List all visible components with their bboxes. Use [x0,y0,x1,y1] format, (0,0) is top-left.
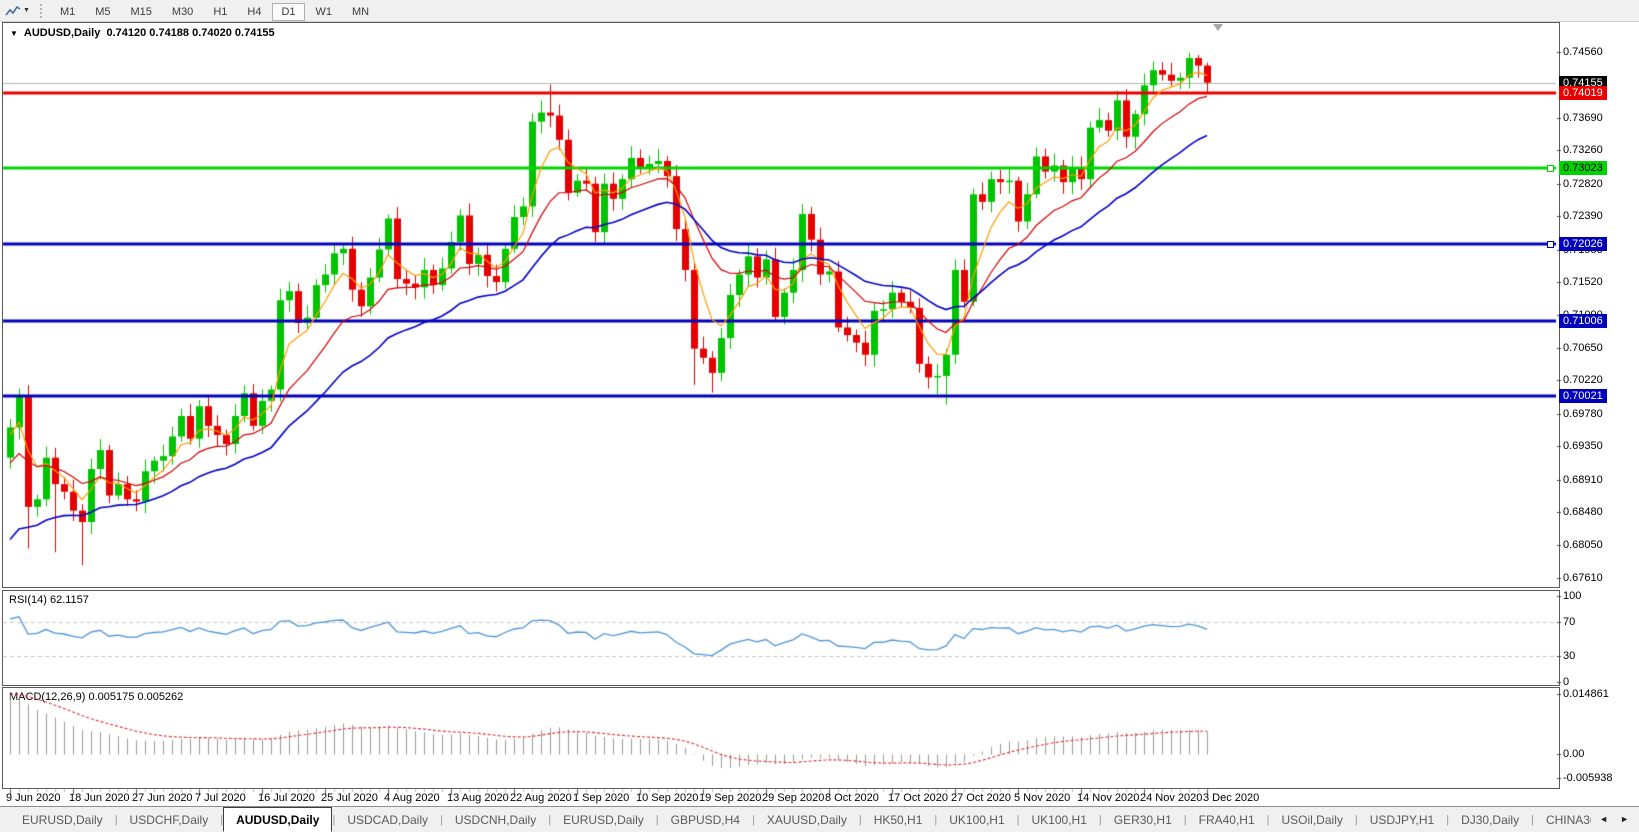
chart-tab-eurusd-daily[interactable]: EURUSD,Daily [551,809,656,831]
chart-tab-uk100-h1[interactable]: UK100,H1 [937,809,1016,831]
date-label: 3 Dec 2020 [1203,792,1260,804]
chart-tab-audusd-daily[interactable]: AUDUSD,Daily [223,807,333,832]
chart-tab-uk100-h1[interactable]: UK100,H1 [1020,809,1099,831]
chart-tab-hk50-h1[interactable]: HK50,H1 [862,809,935,831]
chart-canvas[interactable] [0,0,1639,832]
timeframe-buttons: M1 M5 M15 M30 H1 H4 D1 W1 MN [50,2,379,21]
chart-tab-dj30-daily[interactable]: DJ30,Daily [1449,809,1531,831]
hline-drag-handle[interactable] [1547,165,1554,173]
tab-scroll-right-icon[interactable]: ► [1614,812,1635,826]
hline-price-badge: 0.72026 [1559,236,1607,251]
chart-shift-marker[interactable] [1213,24,1223,31]
timeframe-button-M5[interactable]: M5 [86,3,119,21]
date-label: 13 Aug 2020 [447,792,509,804]
toolbar-grip[interactable] [39,3,42,18]
price-tick-label: 0.71520 [1563,276,1603,289]
rsi-tick-label: 0 [1563,676,1570,688]
date-label: 16 Jul 2020 [258,792,315,804]
rsi-tick-label: 70 [1563,615,1576,628]
price-tick-label: 0.69350 [1563,440,1603,453]
macd-tick-label: -0.005938 [1563,771,1613,784]
chart-tab-usdcnh-daily[interactable]: USDCNH,Daily [443,809,548,831]
price-tick-label: 0.68910 [1563,473,1603,486]
date-label: 10 Sep 2020 [636,792,699,804]
chart-tab-usdchf-daily[interactable]: USDCHF,Daily [118,809,221,831]
tab-scroll-left-icon[interactable]: ◄ [1593,812,1614,826]
date-label: 7 Jul 2020 [195,792,246,804]
chart-type-icon[interactable] [5,4,21,18]
macd-tick-label: 0.014861 [1563,688,1609,700]
date-label: 25 Jul 2020 [321,792,378,804]
macd-tick-label: 0.00 [1563,748,1585,760]
rsi-tick-label: 30 [1563,650,1576,663]
price-tick-label: 0.70220 [1563,374,1603,387]
timeframe-button-W1[interactable]: W1 [307,3,342,21]
price-tick-label: 0.70650 [1563,341,1603,354]
timeframe-toolbar: ▼ M1 M5 M15 M30 H1 H4 D1 W1 MN [0,0,1639,22]
hline-drag-handle[interactable] [1547,240,1554,248]
chart-tab-eurusd-daily[interactable]: EURUSD,Daily [10,809,115,831]
date-label: 27 Jun 2020 [132,792,193,804]
timeframe-button-H1[interactable]: H1 [204,3,236,21]
hline-price-badge: 0.73023 [1559,161,1607,176]
date-label: 5 Nov 2020 [1014,792,1071,804]
chart-tab-bar: EURUSD,Daily | USDCHF,Daily | AUDUSD,Daily | U… [0,806,1639,832]
price-tick-label: 0.68050 [1563,538,1603,551]
date-label: 14 Nov 2020 [1077,792,1140,804]
hline-price-badge: 0.74019 [1559,85,1607,100]
date-label: 8 Oct 2020 [825,792,879,804]
rsi-tick-label: 100 [1563,590,1582,602]
price-tick-label: 0.67610 [1563,572,1603,584]
price-tick-label: 0.68480 [1563,506,1603,519]
date-label: 4 Aug 2020 [384,792,440,804]
chart-tab-usdjpy-h1[interactable]: USDJPY,H1 [1358,809,1446,831]
timeframe-button-M30[interactable]: M30 [163,3,202,21]
timeframe-button-M1[interactable]: M1 [51,3,84,21]
chart-tab-usoil-daily[interactable]: USOil,Daily [1270,809,1355,831]
chart-tab-fra40-h1[interactable]: FRA40,H1 [1187,809,1267,831]
date-label: 19 Sep 2020 [699,792,762,804]
price-tick-label: 0.69780 [1563,407,1603,420]
price-tick-label: 0.74560 [1563,46,1603,58]
hline-price-badge: 0.70021 [1559,388,1607,403]
timeframe-button-H4[interactable]: H4 [238,3,270,21]
timeframe-button-M15[interactable]: M15 [122,3,161,21]
date-label: 1 Sep 2020 [573,792,630,804]
date-label: 27 Oct 2020 [951,792,1011,804]
date-label: 17 Oct 2020 [888,792,948,804]
chart-tab-ger30-h1[interactable]: GER30,H1 [1102,809,1184,831]
chart-type-dropdown-arrow[interactable]: ▼ [23,7,30,14]
timeframe-button-MN[interactable]: MN [343,3,378,21]
chart-tab-gbpusd-h4[interactable]: GBPUSD,H4 [659,809,752,831]
date-label: 24 Nov 2020 [1140,792,1203,804]
price-tick-label: 0.72390 [1563,210,1603,223]
date-label: 9 Jun 2020 [6,792,61,804]
price-tick-label: 0.73690 [1563,111,1603,124]
trading-terminal-window: ▼ M1M5M15M30H1H4D1W1MN ▼ AUDUSD,Daily 0.7… [0,0,1639,832]
chart-tab-usdcad-daily[interactable]: USDCAD,Daily [335,809,440,831]
price-tick-label: 0.72820 [1563,177,1603,190]
price-tick-label: 0.73260 [1563,144,1603,157]
date-label: 29 Sep 2020 [762,792,825,804]
tab-scroll-buttons: ◄ ► [1591,807,1637,831]
hline-price-badge: 0.71006 [1559,313,1607,328]
chart-tab-xauusd-daily[interactable]: XAUUSD,Daily [755,809,859,831]
date-label: 22 Aug 2020 [510,792,572,804]
timeframe-button-D1[interactable]: D1 [272,2,305,21]
date-label: 18 Jun 2020 [69,792,130,804]
